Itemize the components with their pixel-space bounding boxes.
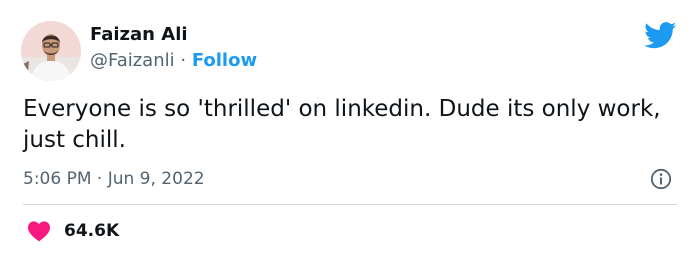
author-handle[interactable]: @Faizanli [90, 50, 175, 71]
tweet-card: Faizan Ali @Faizanli · Follow Everyone i… [0, 0, 700, 257]
author-handle-row: @Faizanli · Follow [90, 50, 257, 72]
tweet-text: Everyone is so 'thrilled' on linkedin. D… [23, 96, 661, 153]
avatar[interactable] [21, 21, 81, 81]
twitter-bird-icon[interactable] [644, 22, 677, 49]
follow-button[interactable]: Follow [192, 50, 257, 71]
handle-separator: · [180, 50, 187, 71]
info-icon[interactable] [650, 168, 672, 190]
divider [23, 204, 677, 205]
timestamp-separator: · [96, 169, 103, 189]
avatar-photo [21, 21, 81, 81]
heart-icon[interactable] [27, 220, 51, 242]
tweet-timestamp[interactable]: 5:06 PM · Jun 9, 2022 [23, 168, 205, 190]
author-name[interactable]: Faizan Ali [90, 24, 188, 46]
like-button[interactable]: 64.6K [27, 219, 119, 243]
tweet-date[interactable]: Jun 9, 2022 [108, 169, 205, 189]
tweet-time[interactable]: 5:06 PM [23, 169, 92, 189]
like-count: 64.6K [64, 221, 120, 241]
